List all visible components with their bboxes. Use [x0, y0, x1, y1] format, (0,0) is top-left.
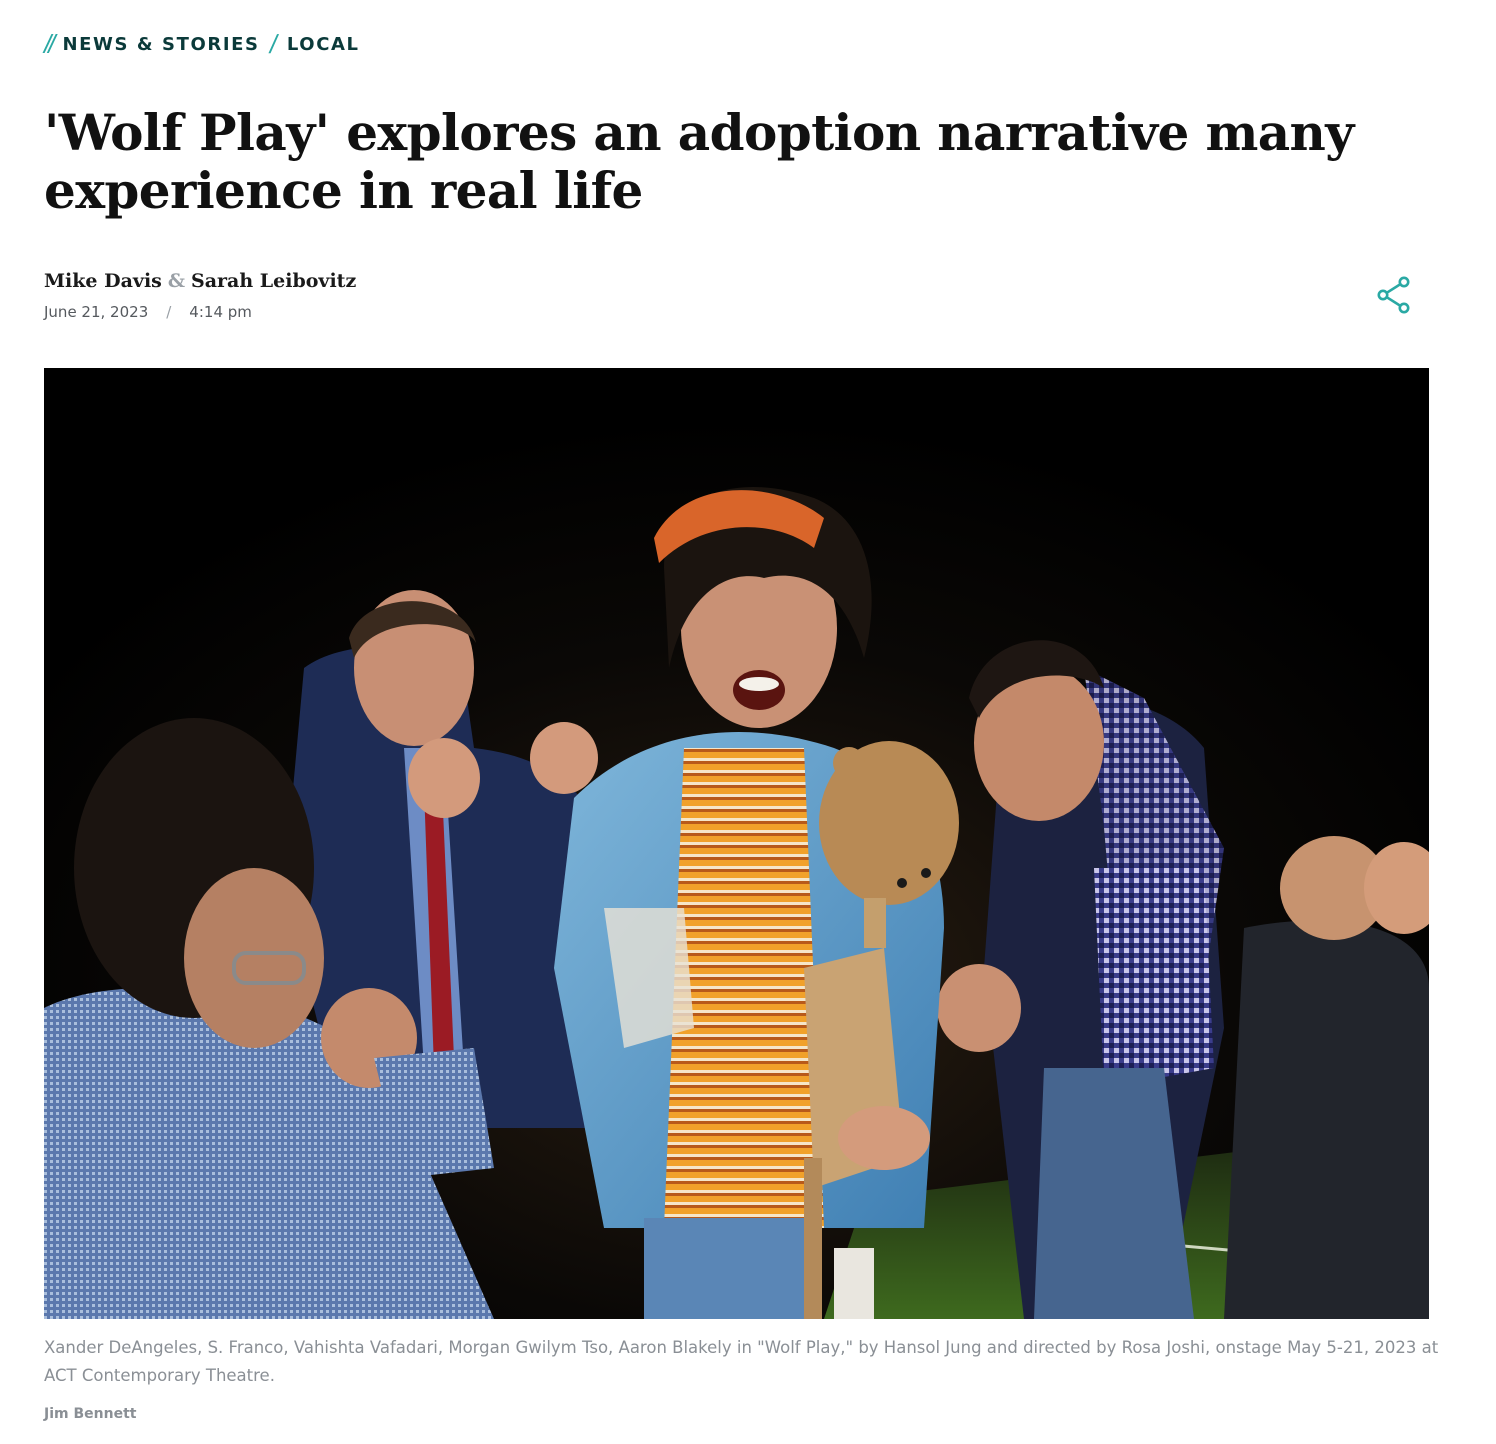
author-link-mike-davis[interactable]: Mike Davis — [44, 270, 162, 292]
author-separator: & — [167, 270, 186, 292]
byline: Mike Davis & Sarah Leibovitz — [44, 270, 356, 292]
share-icon — [1377, 276, 1410, 314]
dateline: June 21, 2023 / 4:14 pm — [44, 303, 252, 321]
share-button[interactable] — [1372, 272, 1418, 318]
breadcrumb: // NEWS & STORIES / LOCAL — [44, 28, 360, 59]
author-link-sarah-leibovitz[interactable]: Sarah Leibovitz — [191, 270, 356, 292]
date-separator: / — [166, 303, 172, 321]
photo-caption: Xander DeAngeles, S. Franco, Vahishta Va… — [44, 1338, 1439, 1385]
theatre-scene-image — [44, 368, 1429, 1319]
article-title: 'Wolf Play' explores an adoption narrati… — [44, 103, 1354, 220]
publish-time: 4:14 pm — [189, 303, 252, 321]
breadcrumb-slashes-icon: // — [44, 28, 56, 59]
breadcrumb-local[interactable]: LOCAL — [287, 34, 360, 55]
breadcrumb-separator: / — [267, 28, 280, 59]
breadcrumb-news-stories[interactable]: NEWS & STORIES — [62, 34, 259, 55]
photo-credit: Jim Bennett — [44, 1406, 137, 1422]
article-photo — [44, 368, 1429, 1319]
publish-date: June 21, 2023 — [44, 303, 149, 321]
